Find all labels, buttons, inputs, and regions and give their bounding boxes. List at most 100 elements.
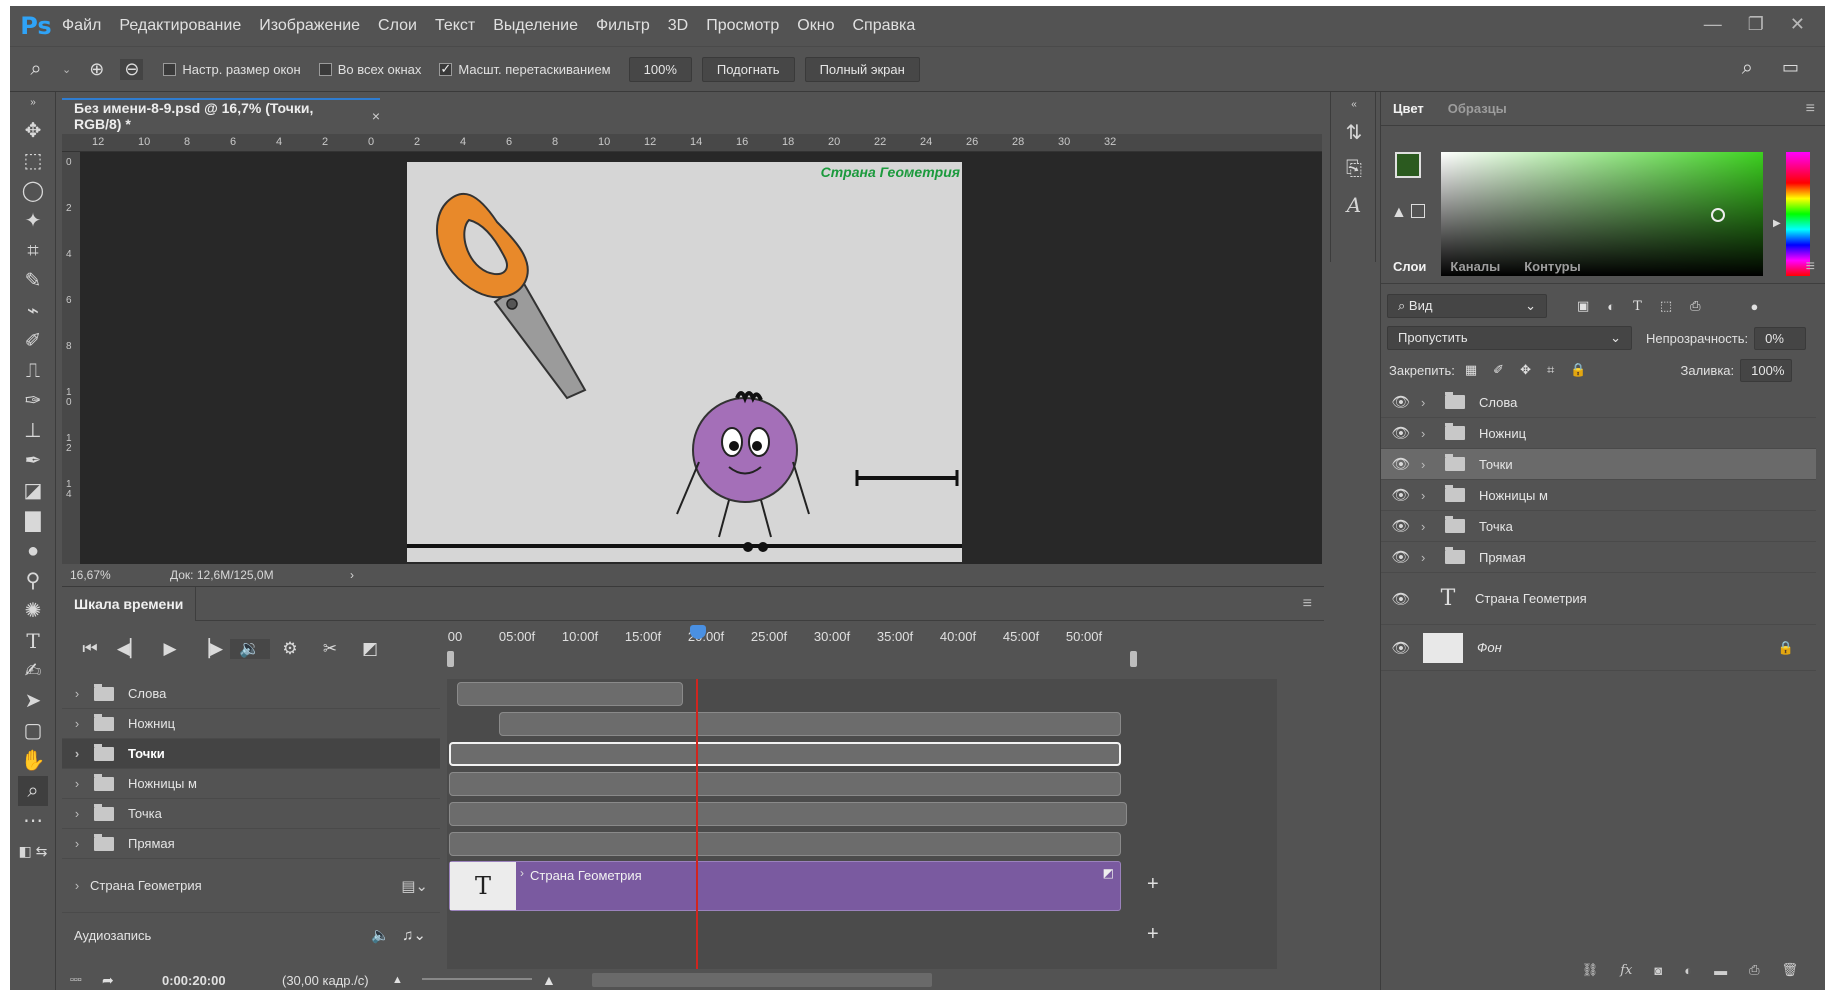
scrubby-zoom-option[interactable]: Масшт. перетаскиванием [439, 61, 611, 77]
add-media-icon[interactable]: + [1147, 873, 1159, 896]
menu-text[interactable]: Текст [435, 17, 475, 35]
canvas-area[interactable]: 12 10 8 6 4 2 0 2 4 6 8 10 12 14 16 18 20 22 24 26 28 30 32 02… [62, 134, 1322, 564]
timeline-layer-row[interactable]: › Точка [62, 799, 440, 829]
adjustment-layer-icon[interactable]: ◐ [1684, 963, 1692, 978]
frame-animation-icon[interactable]: ▫▫▫ [62, 974, 102, 986]
hue-slider-arrow-icon[interactable]: ▶ [1773, 218, 1781, 229]
filter-toggle-icon[interactable]: ● [1751, 299, 1759, 314]
tab-color[interactable]: Цвет [1381, 101, 1436, 116]
filter-adjustment-icon[interactable]: ◐ [1607, 299, 1615, 314]
chevron-right-icon[interactable]: › [62, 686, 84, 701]
new-group-icon[interactable]: ▬ [1714, 963, 1727, 978]
menu-edit[interactable]: Редактирование [119, 17, 241, 35]
chevron-right-icon[interactable]: › [520, 866, 524, 880]
fit-screen-button[interactable]: Подогнать [701, 56, 795, 82]
foreground-color-swatch[interactable] [1395, 152, 1421, 178]
chevron-right-icon[interactable]: › [62, 716, 84, 731]
menu-window[interactable]: Окно [797, 17, 834, 35]
lock-artboard-icon[interactable]: ⌗ [1547, 362, 1554, 378]
more-tools-icon[interactable]: ⋯ [18, 806, 48, 836]
timeline-audio-row[interactable]: Аудиозапись 🔈 ♫⌄ [62, 913, 440, 957]
chevron-right-icon[interactable]: › [62, 878, 84, 893]
history-icon[interactable]: ⇅ [1339, 118, 1369, 148]
render-video-icon[interactable]: ➦ [102, 972, 162, 989]
zoom-level[interactable]: 16,67% [62, 568, 170, 582]
layer-style-fx-icon[interactable]: fx [1620, 963, 1632, 978]
web-safe-color-icon[interactable] [1411, 204, 1425, 218]
fill-input[interactable]: 100% [1740, 358, 1793, 382]
menu-select[interactable]: Выделение [493, 17, 578, 35]
artboard[interactable]: Страна Геометрия [407, 162, 962, 562]
music-note-icon[interactable]: ♫⌄ [402, 926, 426, 944]
chevron-right-icon[interactable]: › [350, 568, 354, 582]
lock-transparent-icon[interactable]: ▦ [1465, 362, 1477, 378]
restore-icon[interactable]: ❐ [1748, 14, 1764, 35]
chevron-right-icon[interactable]: › [1421, 426, 1435, 441]
collapse-arrows-icon[interactable]: « [1339, 98, 1369, 112]
lasso-tool-icon[interactable]: ◯ [18, 176, 48, 206]
timeline-layer-row[interactable]: › Ножниц [62, 709, 440, 739]
work-area-start-handle[interactable] [447, 651, 454, 667]
clone-stamp-tool-icon[interactable]: ⎍ [18, 356, 48, 386]
filter-type-icon[interactable]: T [1633, 299, 1642, 314]
play-icon[interactable]: ▶ [150, 639, 190, 659]
timeline-tracks[interactable]: T › Страна Геометрия ◩ + + [447, 679, 1277, 969]
visibility-eye-icon[interactable]: 👁 [1381, 393, 1421, 411]
audio-volume-icon[interactable]: 🔈 [371, 926, 390, 944]
new-layer-icon[interactable]: ⎙ [1749, 962, 1759, 978]
filter-kind-dropdown[interactable]: ⌕ Вид ⌄ [1387, 294, 1547, 318]
mixer-brush-tool-icon[interactable]: ✒ [18, 446, 48, 476]
all-windows-option[interactable]: Во всех окнах [318, 62, 421, 77]
path-selection-tool-icon[interactable]: ➤ [18, 686, 48, 716]
panel-menu-icon[interactable]: ≡ [1806, 258, 1815, 276]
panel-menu-icon[interactable]: ≡ [1806, 100, 1815, 118]
dodge-tool-icon[interactable]: ⚲ [18, 566, 48, 596]
chevron-down-icon[interactable]: ⌄ [62, 63, 71, 76]
healing-brush-tool-icon[interactable]: ⌁ [18, 296, 48, 326]
delete-layer-icon[interactable]: 🗑 [1781, 962, 1798, 978]
zoom-tool-icon[interactable]: ⌕ [18, 776, 48, 806]
menu-3d[interactable]: 3D [668, 17, 688, 35]
timeline-layer-row[interactable]: › Прямая [62, 829, 440, 859]
resize-windows-option[interactable]: Настр. размер окон [163, 62, 301, 77]
menu-view[interactable]: Просмотр [706, 17, 779, 35]
collapse-arrows-icon[interactable]: » [18, 96, 48, 110]
chevron-right-icon[interactable]: › [1421, 519, 1435, 534]
scrubby-zoom-checkbox[interactable] [439, 61, 453, 77]
clip-scissors[interactable] [499, 712, 1121, 736]
opacity-input[interactable]: 0% [1754, 326, 1807, 350]
blend-mode-dropdown[interactable]: Пропустить ⌄ [1387, 326, 1632, 350]
zoom-out-icon[interactable]: ⊖ [120, 58, 144, 80]
link-layers-icon[interactable]: ⛓ [1582, 962, 1599, 978]
eyedropper-tool-icon[interactable]: ✎ [18, 266, 48, 296]
add-mask-icon[interactable]: ◙ [1654, 963, 1662, 978]
lock-all-icon[interactable]: 🔒 [1570, 362, 1586, 378]
timeline-layer-row[interactable]: › Ножницы м [62, 769, 440, 799]
visibility-eye-icon[interactable]: 👁 [1381, 424, 1421, 442]
filter-smart-object-icon[interactable]: ⎙ [1690, 298, 1700, 314]
chevron-right-icon[interactable]: › [62, 806, 84, 821]
layer-row[interactable]: 👁 › Слова [1381, 387, 1816, 418]
zoom-100-button[interactable]: 100% [628, 56, 692, 82]
color-picker-cursor[interactable] [1711, 208, 1725, 222]
gradient-tool-icon[interactable]: ▇ [18, 506, 48, 536]
go-to-first-frame-icon[interactable]: ⏮ [70, 639, 110, 659]
pen-tool-icon[interactable]: ✍ [18, 656, 48, 686]
close-icon[interactable]: ✕ [1790, 14, 1805, 35]
timeline-scrollbar[interactable] [592, 973, 932, 987]
chevron-right-icon[interactable]: › [1421, 395, 1435, 410]
resize-windows-checkbox[interactable] [163, 62, 177, 76]
visibility-eye-icon[interactable]: 👁 [1381, 548, 1421, 566]
document-tab[interactable]: Без имени-8-9.psd @ 16,7% (Точки, RGB/8)… [62, 98, 380, 132]
clip-dot[interactable] [449, 802, 1127, 826]
tab-paths[interactable]: Контуры [1512, 259, 1593, 274]
chevron-right-icon[interactable]: › [62, 746, 84, 761]
work-area-end-handle[interactable] [1130, 651, 1137, 667]
tab-swatches[interactable]: Образцы [1436, 101, 1519, 116]
filter-pixel-icon[interactable]: ▣ [1577, 298, 1589, 314]
film-strip-icon[interactable]: ▤⌄ [401, 877, 428, 895]
chevron-right-icon[interactable]: › [62, 776, 84, 791]
previous-frame-icon[interactable]: ◀▏ [110, 639, 150, 659]
clip-words[interactable] [457, 682, 683, 706]
clip-scissors-m[interactable] [449, 772, 1121, 796]
